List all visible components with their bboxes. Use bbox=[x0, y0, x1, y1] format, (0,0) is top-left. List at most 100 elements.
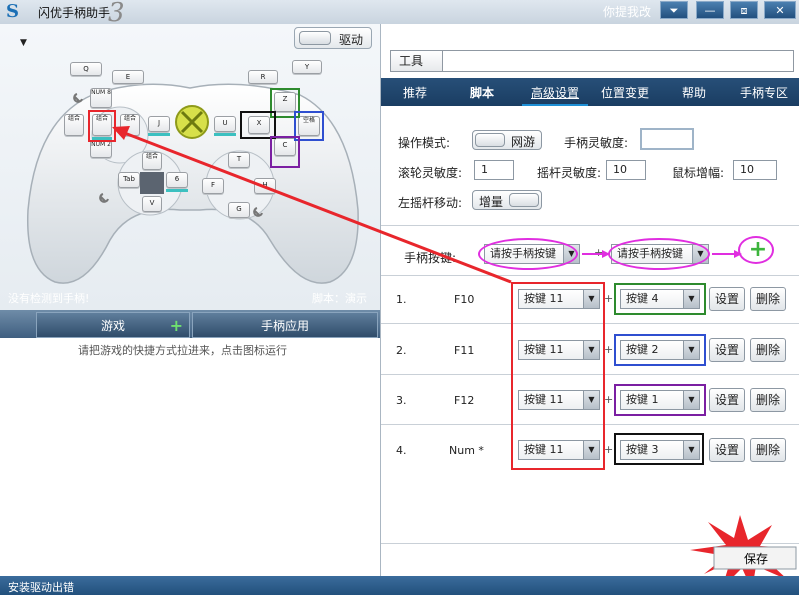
mouse-field[interactable]: 10 bbox=[733, 160, 777, 180]
tab-position[interactable]: 位置变更 bbox=[601, 84, 649, 101]
set-button[interactable]: 设置 bbox=[709, 287, 745, 311]
game-list-area[interactable] bbox=[0, 338, 380, 576]
delete-button[interactable]: 删除 bbox=[750, 388, 786, 412]
chevron-down-icon: ▼ bbox=[583, 391, 599, 409]
drag-hint: 请把游戏的快捷方式拉进来，点击图标运行 bbox=[78, 344, 287, 357]
roller-label: 滚轮灵敏度: bbox=[398, 166, 463, 180]
row-select-a-value: 按键 11 bbox=[524, 343, 564, 356]
row-number: 1. bbox=[396, 293, 407, 306]
key-e[interactable]: E bbox=[112, 70, 144, 84]
left-stick-label: 左摇杆移动: bbox=[398, 196, 463, 210]
row-select-b[interactable]: 按键 2 ▼ bbox=[620, 340, 700, 360]
delete-button[interactable]: 删除 bbox=[750, 438, 786, 462]
chevron-down-icon: ▼ bbox=[683, 290, 699, 308]
key-num8[interactable]: NUM 8 bbox=[90, 88, 112, 108]
restore-button[interactable]: ⧈ bbox=[730, 1, 758, 19]
feedback-link[interactable]: 你提我改 bbox=[603, 3, 651, 20]
key-y[interactable]: Y bbox=[292, 60, 322, 74]
add-game-icon[interactable]: + bbox=[170, 313, 183, 339]
delete-button[interactable]: 删除 bbox=[750, 287, 786, 311]
key-v[interactable]: V bbox=[142, 196, 162, 212]
row-select-b[interactable]: 按键 3 ▼ bbox=[620, 440, 700, 460]
key-combo-center[interactable]: 组合 bbox=[92, 114, 112, 136]
sensitivity-field[interactable] bbox=[640, 128, 694, 150]
set-button[interactable]: 设置 bbox=[709, 388, 745, 412]
dropdown-arrow-icon[interactable]: ▼ bbox=[20, 38, 27, 48]
key-c[interactable]: C bbox=[274, 138, 296, 156]
key-combo-left[interactable]: 组合 bbox=[64, 114, 84, 136]
key-indicator bbox=[214, 133, 236, 136]
key-space[interactable]: 空格 bbox=[298, 116, 320, 136]
row-select-a[interactable]: 按键 11 ▼ bbox=[518, 340, 600, 360]
menu-button[interactable]: ⏷ bbox=[660, 1, 688, 19]
key-indicator bbox=[148, 133, 170, 136]
row-select-b[interactable]: 按键 4 ▼ bbox=[620, 289, 700, 309]
divider bbox=[381, 374, 799, 375]
divider bbox=[381, 225, 799, 226]
row-select-a-value: 按键 11 bbox=[524, 443, 564, 456]
tools-menu[interactable]: 工具 bbox=[391, 51, 443, 71]
combo-key-select-2[interactable]: 请按手柄按键 ▼ bbox=[611, 244, 709, 264]
toggle-knob bbox=[509, 193, 539, 207]
tab-help[interactable]: 帮助 bbox=[682, 84, 706, 101]
set-button[interactable]: 设置 bbox=[709, 338, 745, 362]
toggle-knob bbox=[299, 31, 331, 45]
mode-toggle[interactable]: 网游 bbox=[472, 130, 542, 150]
row-number: 4. bbox=[396, 444, 407, 457]
tab-script[interactable]: 脚本 bbox=[470, 84, 494, 101]
key-q[interactable]: Q bbox=[70, 62, 102, 76]
mode-label: 操作模式: bbox=[398, 136, 451, 150]
row-number: 2. bbox=[396, 344, 407, 357]
drive-toggle[interactable]: 驱动 bbox=[294, 27, 372, 49]
stick-field[interactable]: 10 bbox=[606, 160, 646, 180]
row-select-b-value: 按键 3 bbox=[626, 443, 659, 456]
left-stick-toggle[interactable]: 增量 bbox=[472, 190, 542, 210]
chevron-down-icon: ▼ bbox=[683, 441, 699, 459]
key-num2[interactable]: NUM 2 bbox=[90, 140, 112, 158]
key-combo-right[interactable]: 组合 bbox=[120, 114, 140, 136]
combo-label: 手柄按键: bbox=[404, 251, 457, 265]
row-select-a[interactable]: 按键 11 ▼ bbox=[518, 390, 600, 410]
key-h[interactable]: H bbox=[254, 178, 276, 194]
row-select-a[interactable]: 按键 11 ▼ bbox=[518, 440, 600, 460]
set-button[interactable]: 设置 bbox=[709, 438, 745, 462]
key-g[interactable]: G bbox=[228, 202, 250, 218]
tab-games-label: 游戏 bbox=[100, 319, 125, 333]
close-button[interactable]: ✕ bbox=[764, 1, 796, 19]
key-u[interactable]: U bbox=[214, 116, 236, 132]
right-tabbar bbox=[381, 78, 799, 106]
key-six[interactable]: 6 bbox=[166, 172, 188, 188]
save-button[interactable]: 保存 bbox=[714, 547, 796, 569]
row-plus: + bbox=[604, 443, 614, 456]
delete-button[interactable]: 删除 bbox=[750, 338, 786, 362]
key-r[interactable]: R bbox=[248, 70, 278, 84]
tools-bar[interactable]: 工具 bbox=[390, 50, 794, 72]
window-title: 闪优手柄助手 bbox=[38, 6, 111, 20]
chevron-down-icon: ▼ bbox=[583, 341, 599, 359]
tab-games[interactable]: 游戏 + bbox=[36, 312, 190, 338]
key-combo-dpad[interactable]: 组合 bbox=[142, 152, 162, 170]
row-select-a-value: 按键 11 bbox=[524, 292, 564, 305]
tab-controller-zone[interactable]: 手柄专区 bbox=[740, 84, 788, 101]
key-tab[interactable]: Tab bbox=[118, 172, 140, 188]
key-j[interactable]: J bbox=[148, 116, 170, 132]
key-x[interactable]: X bbox=[248, 116, 270, 134]
add-combo-icon[interactable]: + bbox=[748, 239, 768, 261]
key-f[interactable]: F bbox=[202, 178, 224, 194]
divider bbox=[381, 424, 799, 425]
row-select-b[interactable]: 按键 1 ▼ bbox=[620, 390, 700, 410]
combo-key-select-1[interactable]: 请按手柄按键 ▼ bbox=[484, 244, 580, 264]
row-select-a[interactable]: 按键 11 ▼ bbox=[518, 289, 600, 309]
roller-field[interactable]: 1 bbox=[474, 160, 514, 180]
chevron-down-icon: ▼ bbox=[683, 391, 699, 409]
key-z[interactable]: Z bbox=[274, 92, 296, 112]
tab-advanced[interactable]: 高级设置 bbox=[531, 84, 579, 101]
row-plus: + bbox=[604, 393, 614, 406]
key-t[interactable]: T bbox=[228, 152, 250, 168]
status-bar bbox=[0, 576, 799, 595]
minimize-button[interactable]: — bbox=[696, 1, 724, 19]
tab-recommend[interactable]: 推荐 bbox=[403, 84, 427, 101]
tab-controller-apps[interactable]: 手柄应用 bbox=[192, 312, 378, 338]
row-number: 3. bbox=[396, 394, 407, 407]
drive-label: 驱动 bbox=[339, 33, 364, 47]
